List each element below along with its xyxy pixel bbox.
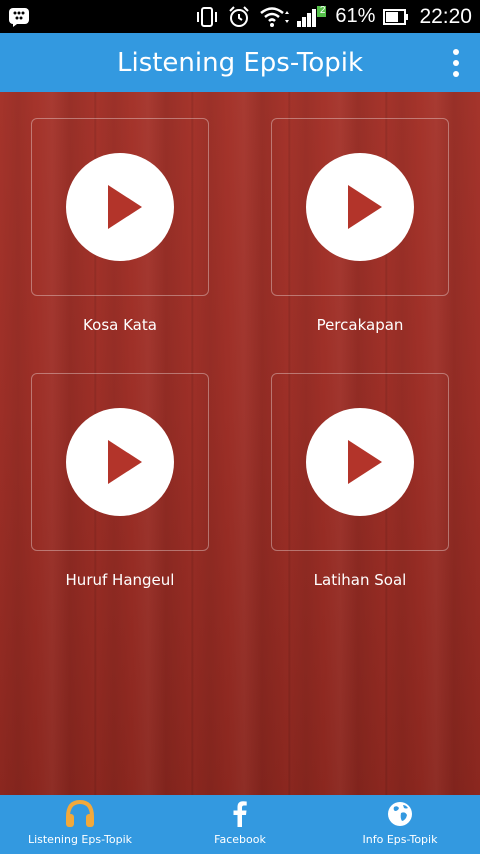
bottom-navigation: Listening Eps-Topik Facebook Info Eps-To… — [0, 795, 480, 854]
play-icon — [108, 440, 142, 484]
status-time: 22:20 — [419, 4, 472, 28]
tile-kosa-kata[interactable] — [31, 118, 209, 296]
play-button[interactable] — [66, 153, 174, 261]
tile-label-kosa-kata: Kosa Kata — [83, 316, 157, 334]
play-button[interactable] — [306, 408, 414, 516]
nav-item-facebook[interactable]: Facebook — [160, 795, 320, 854]
nav-item-info[interactable]: Info Eps-Topik — [320, 795, 480, 854]
play-icon — [348, 185, 382, 229]
play-button[interactable] — [306, 153, 414, 261]
nav-label: Facebook — [214, 833, 266, 846]
overflow-menu-button[interactable] — [442, 43, 470, 83]
play-icon — [108, 185, 142, 229]
app-title: Listening Eps-Topik — [116, 47, 364, 78]
more-vert-dot — [453, 60, 459, 66]
tile-label-huruf-hangeul: Huruf Hangeul — [65, 571, 175, 589]
wifi-icon — [259, 6, 290, 28]
tile-label-percakapan: Percakapan — [316, 316, 404, 334]
tile-huruf-hangeul[interactable] — [31, 373, 209, 551]
main-content: Kosa Kata Percakapan Huruf Hangeul Latih… — [0, 92, 480, 795]
alarm-icon — [227, 5, 251, 29]
tile-percakapan[interactable] — [271, 118, 449, 296]
more-vert-dot — [453, 71, 459, 77]
facebook-icon — [230, 799, 250, 829]
tile-label-latihan-soal: Latihan Soal — [313, 571, 407, 589]
app-bar: Listening Eps-Topik — [0, 33, 480, 92]
signal-sim-badge: 2 — [319, 4, 326, 16]
nav-label: Info Eps-Topik — [362, 833, 438, 846]
battery-percent: 61% — [335, 5, 376, 27]
nav-item-listening[interactable]: Listening Eps-Topik — [0, 795, 160, 854]
headphones-icon — [64, 799, 96, 829]
vibrate-icon — [195, 6, 219, 28]
more-vert-icon — [453, 49, 459, 55]
bbm-icon — [8, 7, 30, 27]
tile-latihan-soal[interactable] — [271, 373, 449, 551]
globe-icon — [385, 799, 415, 829]
nav-label: Listening Eps-Topik — [27, 833, 133, 846]
play-button[interactable] — [66, 408, 174, 516]
play-icon — [348, 440, 382, 484]
signal-icon: 2 — [297, 5, 327, 29]
battery-icon — [383, 8, 409, 25]
status-bar: 2 61% 22:20 — [0, 0, 480, 33]
